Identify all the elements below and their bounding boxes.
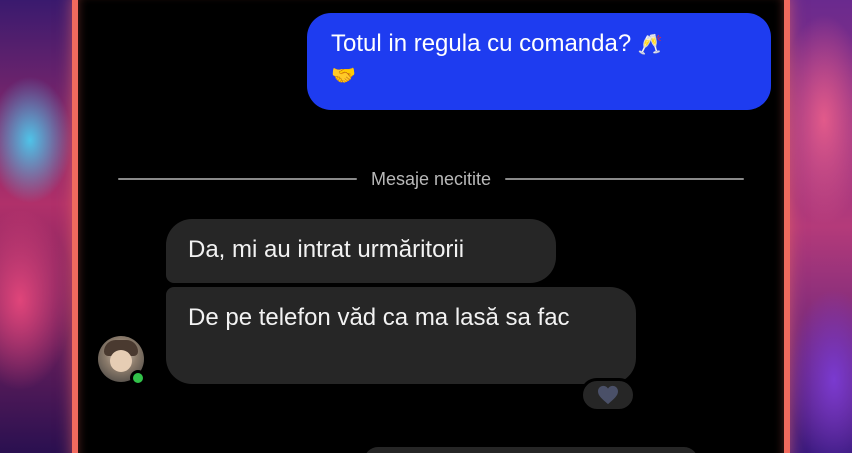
message-reaction[interactable] <box>580 378 636 412</box>
incoming-message-text: Da, mi au intrat urmăritorii <box>188 236 465 263</box>
background-left <box>0 0 80 453</box>
clinking-glasses-emoji: 🥂 <box>637 34 663 56</box>
unread-divider-label: Mesaje necitite <box>370 168 492 189</box>
next-message-bubble-partial <box>364 447 698 453</box>
online-status-indicator <box>130 370 146 386</box>
avatar-face <box>110 350 132 372</box>
outgoing-message-bubble[interactable]: Totul in regula cu comanda? 🥂 🤝 <box>307 13 771 110</box>
incoming-message-text: De pe telefon văd ca ma lasă sa fac <box>188 304 570 331</box>
incoming-message-bubble[interactable]: De pe telefon văd ca ma lasă sa fac <box>166 287 636 384</box>
divider-line-right <box>505 178 744 180</box>
outgoing-message-text: Totul in regula cu comanda? <box>331 30 632 57</box>
divider-line-left <box>118 178 357 180</box>
handshake-emoji: 🤝 <box>331 65 356 87</box>
unread-divider: Mesaje necitite <box>118 166 744 192</box>
heart-icon <box>598 385 618 405</box>
incoming-message-bubble[interactable]: Da, mi au intrat urmăritorii <box>166 219 556 283</box>
